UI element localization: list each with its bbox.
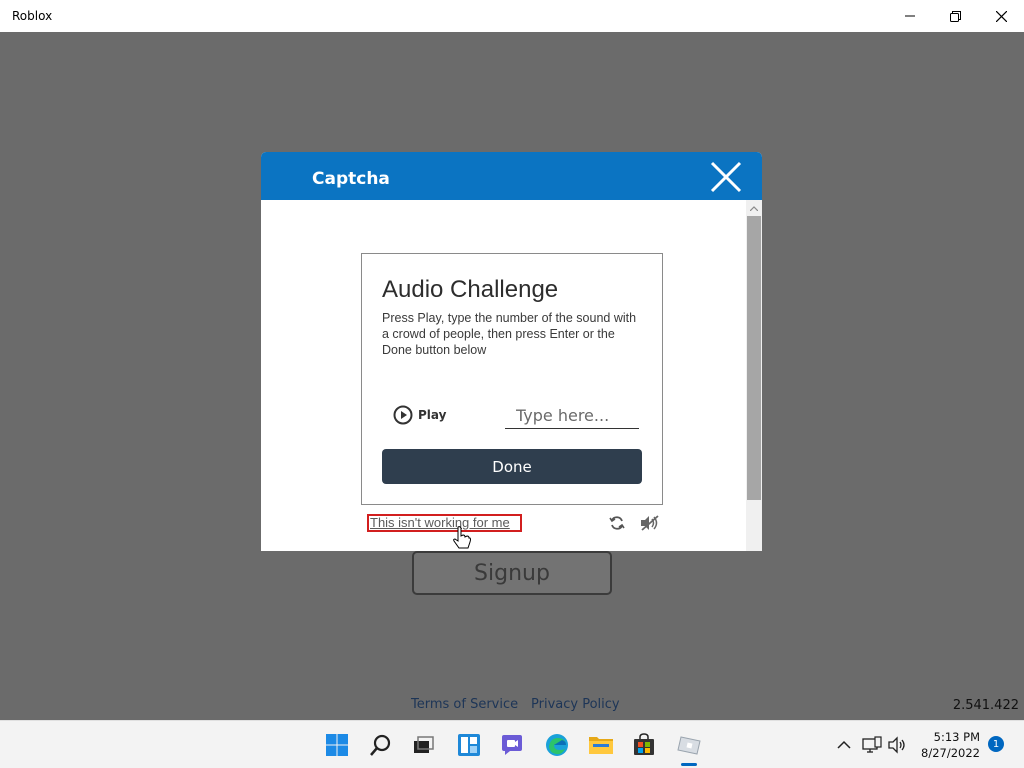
done-button[interactable]: Done: [382, 449, 642, 484]
refresh-challenge-button[interactable]: [609, 515, 625, 536]
audio-off-icon: [641, 515, 659, 531]
captcha-scrollbar[interactable]: [746, 200, 762, 551]
store-icon: [634, 733, 654, 755]
scroll-thumb[interactable]: [747, 216, 761, 500]
active-app-indicator: [681, 763, 697, 766]
clock-date: 8/27/2022: [921, 746, 980, 760]
window-titlebar: Roblox: [0, 0, 1024, 32]
terms-of-service-link[interactable]: Terms of Service: [411, 697, 518, 712]
window-title: Roblox: [12, 9, 53, 23]
play-icon: [393, 405, 413, 425]
restore-icon: [949, 10, 961, 22]
scroll-up-arrow-icon[interactable]: [746, 200, 762, 216]
play-button[interactable]: Play: [393, 404, 446, 426]
network-icon: [862, 736, 882, 753]
minimize-button[interactable]: [887, 0, 933, 32]
restore-button[interactable]: [932, 0, 978, 32]
clock-time: 5:13 PM: [933, 730, 980, 744]
signup-button[interactable]: Signup: [412, 551, 612, 595]
minimize-icon: [905, 15, 915, 17]
file-explorer-button[interactable]: [587, 731, 615, 759]
chevron-up-icon: [837, 740, 851, 749]
roblox-taskbar-button[interactable]: [675, 731, 703, 759]
roblox-icon: [677, 736, 701, 755]
search-icon: [370, 734, 391, 756]
privacy-policy-link[interactable]: Privacy Policy: [531, 697, 620, 712]
answer-input[interactable]: [505, 402, 639, 429]
windows-start-icon: [326, 734, 348, 756]
audio-toggle-button[interactable]: [640, 515, 660, 536]
edge-button[interactable]: [543, 731, 571, 759]
clock[interactable]: 5:13 PM 8/27/2022: [920, 729, 980, 761]
captcha-title: Captcha: [312, 169, 390, 189]
widgets-icon: [458, 734, 480, 756]
widgets-button[interactable]: [455, 731, 483, 759]
captcha-close-button[interactable]: [709, 160, 743, 194]
close-window-button[interactable]: [978, 0, 1024, 32]
challenge-instructions: Press Play, type the number of the sound…: [382, 311, 637, 357]
close-icon: [995, 10, 1007, 22]
play-label: Play: [418, 408, 447, 422]
store-button[interactable]: [630, 731, 658, 759]
captcha-body: Audio Challenge Press Play, type the num…: [261, 200, 762, 551]
start-button[interactable]: [323, 731, 351, 759]
audio-challenge-panel: Audio Challenge Press Play, type the num…: [361, 253, 663, 505]
challenge-title: Audio Challenge: [382, 276, 559, 303]
captcha-modal: Captcha Audio Challenge Press Play, type…: [261, 152, 762, 551]
task-view-icon: [414, 736, 434, 753]
teams-chat-icon: [502, 735, 522, 755]
network-button[interactable]: [860, 731, 884, 759]
version-label: 2.541.422: [952, 698, 1019, 713]
hand-cursor-icon: [453, 526, 471, 551]
taskbar: 5:13 PM 8/27/2022 1: [0, 720, 1024, 768]
chat-button[interactable]: [498, 731, 526, 759]
edge-icon: [546, 734, 568, 756]
volume-button[interactable]: [886, 731, 910, 759]
volume-icon: [888, 736, 905, 754]
captcha-header: Captcha: [261, 152, 762, 200]
close-icon: [710, 161, 742, 193]
show-hidden-icons-button[interactable]: [832, 731, 856, 759]
refresh-icon: [609, 516, 625, 530]
search-button[interactable]: [367, 731, 395, 759]
task-view-button[interactable]: [409, 731, 437, 759]
folder-icon: [589, 737, 613, 754]
not-working-link[interactable]: This isn't working for me: [367, 514, 522, 532]
notification-badge[interactable]: 1: [988, 736, 1004, 752]
